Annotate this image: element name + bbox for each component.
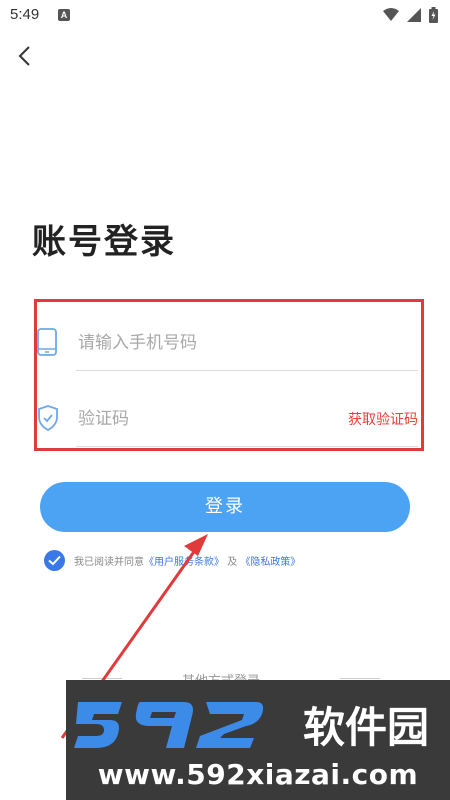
watermark-logo-text: 软件园 bbox=[303, 703, 429, 752]
phone-icon bbox=[37, 328, 57, 356]
page-title: 账号登录 bbox=[32, 222, 176, 262]
code-field-row: 获取验证码 bbox=[36, 389, 418, 449]
phone-field-row bbox=[36, 313, 418, 373]
watermark-url: www.592xiazai.com bbox=[97, 758, 419, 791]
notification-icon: A bbox=[58, 9, 70, 21]
code-input[interactable] bbox=[78, 405, 308, 433]
shield-check-icon bbox=[38, 405, 58, 432]
terms-link[interactable]: 《用户服务条款》 bbox=[144, 557, 224, 568]
agreement-prefix: 我已阅读并同意 bbox=[74, 556, 144, 568]
phone-input[interactable] bbox=[78, 329, 308, 357]
battery-icon bbox=[429, 7, 438, 23]
agreement-text: 我已阅读并同意《用户服务条款》 及 《隐私政策》 bbox=[74, 553, 300, 568]
wifi-icon bbox=[383, 8, 399, 21]
phone-underline bbox=[76, 370, 418, 371]
check-icon bbox=[48, 555, 61, 565]
code-underline bbox=[76, 446, 418, 447]
privacy-link[interactable]: 《隐私政策》 bbox=[240, 557, 300, 568]
status-time: 5:49 bbox=[10, 6, 40, 23]
login-button[interactable]: 登录 bbox=[40, 482, 410, 532]
agreement-row: 我已阅读并同意《用户服务条款》 及 《隐私政策》 bbox=[44, 549, 300, 571]
status-icons bbox=[383, 7, 438, 23]
status-bar: 5:49 A bbox=[0, 0, 450, 32]
back-arrow-icon bbox=[18, 46, 30, 66]
other-login-divider-left bbox=[82, 678, 122, 679]
watermark-logo: 软件园 bbox=[74, 702, 429, 752]
signal-icon bbox=[407, 8, 421, 22]
agreement-checkbox[interactable] bbox=[44, 549, 65, 571]
other-login-divider-right bbox=[340, 678, 380, 679]
agreement-connector: 及 bbox=[227, 556, 238, 568]
watermark-banner: 软件园 www.592xiazai.com bbox=[66, 680, 450, 800]
back-button[interactable] bbox=[10, 40, 38, 72]
get-code-button[interactable]: 获取验证码 bbox=[348, 409, 418, 429]
